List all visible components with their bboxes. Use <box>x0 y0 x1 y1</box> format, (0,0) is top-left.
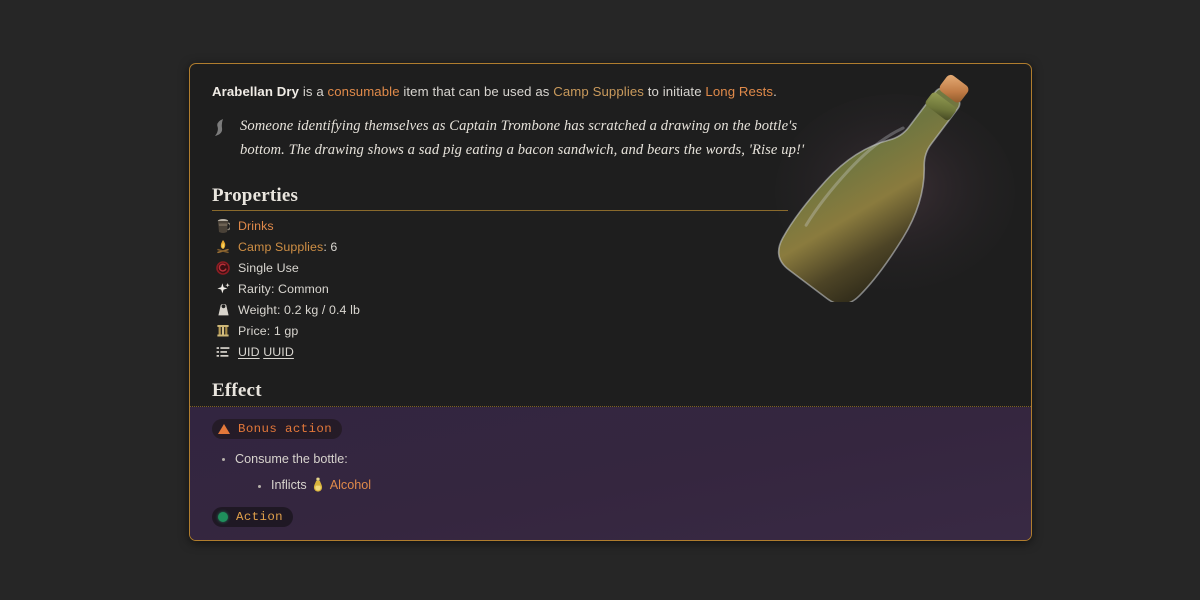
throw-list: Throw the bottle: Creates area: Alcohol <box>212 538 1009 541</box>
throw-link[interactable]: Throw <box>261 540 296 541</box>
summary-text-4: . <box>773 84 777 99</box>
consume-line: Consume the bottle: <box>235 452 348 467</box>
summary-text-3: to initiate <box>643 84 706 99</box>
uuid-link[interactable]: UUID <box>263 345 294 359</box>
list-item: Inflicts Alcohol <box>258 476 1009 495</box>
property-label-price: Price <box>238 323 267 338</box>
property-label-camp-supplies: Camp Supplies: 6 <box>238 240 337 254</box>
action-row: Action <box>212 506 1009 527</box>
potion-icon <box>310 477 327 494</box>
list-item: Throw the bottle: Creates area: Alcohol <box>222 538 1009 541</box>
item-tooltip-card: Arabellan Dry is a consumable item that … <box>189 63 1032 541</box>
campfire-icon <box>212 238 234 256</box>
orange-triangle-icon <box>218 424 230 435</box>
list-icon <box>212 343 234 361</box>
summary-text-1: is a <box>299 84 328 99</box>
property-row-drinks[interactable]: Drinks <box>212 215 1009 236</box>
bonus-action-row: Bonus action <box>212 419 1009 440</box>
card-upper: Arabellan Dry is a consumable item that … <box>190 64 1031 362</box>
bonus-action-label: Bonus action <box>238 422 333 437</box>
property-value-price: : 1 gp <box>266 323 299 338</box>
item-name: Arabellan Dry <box>212 84 300 99</box>
bonus-action-badge[interactable]: Bonus action <box>212 419 343 440</box>
property-row-uid[interactable]: UID UUID <box>212 341 1009 362</box>
effect-heading-wrap: Effect <box>190 380 1031 408</box>
action-badge[interactable]: Action <box>212 506 294 527</box>
property-value-weight: : 0.2 kg / 0.4 lb <box>276 302 360 317</box>
properties-heading: Properties <box>212 185 299 207</box>
item-summary-line: Arabellan Dry is a consumable item that … <box>212 82 1009 101</box>
list-item: Consume the bottle: Inflicts Alcohol <box>222 450 1009 495</box>
weight-icon <box>212 301 234 319</box>
property-value-rarity: : Common <box>270 281 329 296</box>
uid-link[interactable]: UID <box>238 345 260 359</box>
flavour-quote: Someone identifying themselves as Captai… <box>212 115 1009 162</box>
summary-text-2: item that can be used as <box>399 84 554 99</box>
effect-heading: Effect <box>212 380 262 402</box>
quote-mark-icon <box>212 115 234 162</box>
property-label-drinks: Drinks <box>238 218 274 233</box>
action-label: Action <box>236 509 284 524</box>
coin-stack-icon <box>212 322 234 340</box>
throw-line-rest: the bottle: <box>296 540 355 541</box>
single-use-icon <box>212 259 234 277</box>
flavour-text: Someone identifying themselves as Captai… <box>240 118 805 158</box>
consumable-link[interactable]: consumable <box>328 84 400 99</box>
camp-supplies-count: : 6 <box>323 239 338 254</box>
camp-supplies-value-link[interactable]: Camp Supplies <box>238 240 323 254</box>
consume-list: Consume the bottle: Inflicts Alcohol <box>212 450 1009 495</box>
throw-hand-icon <box>238 539 255 540</box>
properties-list: Drinks Camp Supplies: 6 Single Use Rarit… <box>212 215 1009 362</box>
camp-supplies-link[interactable]: Camp Supplies <box>553 84 644 99</box>
property-row-single-use: Single Use <box>212 257 1009 278</box>
sparkle-icon <box>212 280 234 298</box>
inflicts-label: Inflicts <box>271 478 307 492</box>
tankard-icon <box>212 217 234 235</box>
property-label-single-use: Single Use <box>238 260 299 275</box>
alcohol-link[interactable]: Alcohol <box>330 476 371 495</box>
effect-body: Bonus action Consume the bottle: Inflict… <box>190 407 1031 541</box>
properties-rule <box>212 210 788 212</box>
consume-sub-list: Inflicts Alcohol <box>235 476 1009 495</box>
property-row-camp-supplies[interactable]: Camp Supplies: 6 <box>212 236 1009 257</box>
property-label-rarity: Rarity <box>238 281 271 296</box>
green-dot-icon <box>218 511 228 522</box>
screen: Arabellan Dry is a consumable item that … <box>0 0 1200 600</box>
property-label-weight: Weight <box>238 302 277 317</box>
property-row-price: Price: 1 gp <box>212 320 1009 341</box>
long-rests-link[interactable]: Long Rests <box>705 84 773 99</box>
property-row-rarity: Rarity: Common <box>212 278 1009 299</box>
property-row-weight: Weight: 0.2 kg / 0.4 lb <box>212 299 1009 320</box>
